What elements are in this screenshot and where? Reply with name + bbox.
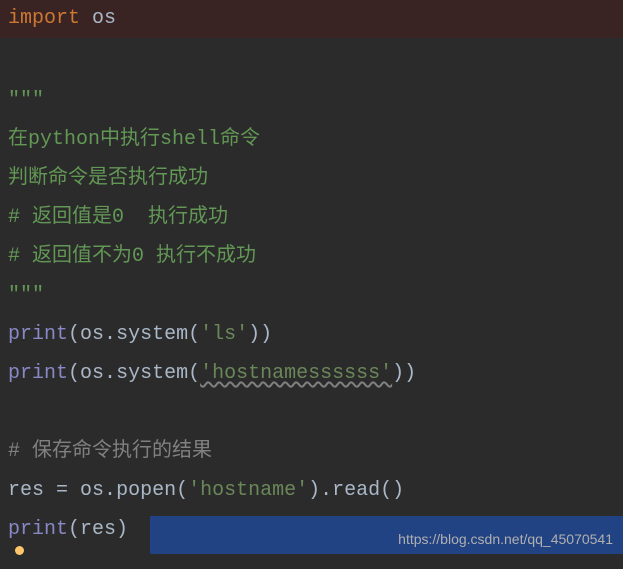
module-os: os xyxy=(80,7,116,30)
blank-line xyxy=(8,42,615,81)
blank-line-2 xyxy=(8,393,615,432)
code-line-print-hostname-bad: print(os.system('hostnamessssss')) xyxy=(8,354,615,393)
code-line-popen: res = os.popen('hostname').read() xyxy=(8,471,615,510)
docstring-close: """ xyxy=(8,284,44,307)
code-line-print-ls: print(os.system('ls')) xyxy=(8,315,615,354)
gutter-warning-icon xyxy=(15,546,24,555)
docstring-line-3: # 返回值是0 执行成功 xyxy=(8,206,228,229)
docstring-line-2: 判断命令是否执行成功 xyxy=(8,167,208,190)
comment-save-result: # 保存命令执行的结果 xyxy=(8,432,615,471)
keyword-import: import xyxy=(8,7,80,30)
import-line-bar: import os xyxy=(0,0,623,38)
docstring-open: """ xyxy=(8,89,44,112)
docstring-line-4: # 返回值不为0 执行不成功 xyxy=(8,245,256,268)
code-block: """ 在python中执行shell命令 判断命令是否执行成功 # 返回值是0… xyxy=(0,38,623,549)
docstring-line-1: 在python中执行shell命令 xyxy=(8,128,260,151)
watermark-url: https://blog.csdn.net/qq_45070541 xyxy=(398,526,613,553)
